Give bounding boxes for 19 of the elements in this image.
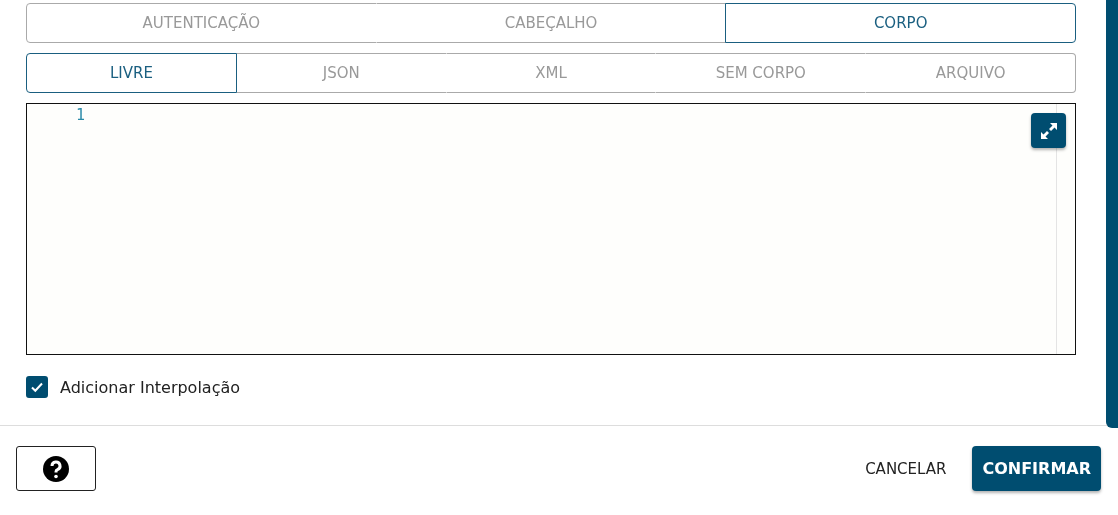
line-number: 1 [75,106,85,124]
code-editor[interactable]: 1 [26,103,1076,355]
cancel-button[interactable]: CANCELAR [859,458,953,479]
tab[interactable]: XML [445,53,657,93]
tab[interactable]: CORPO [725,3,1076,43]
help-button[interactable] [16,446,96,491]
expand-button[interactable] [1031,113,1066,148]
tab[interactable]: AUTENTICAÇÃO [26,3,377,43]
scrollbar[interactable] [1106,0,1118,428]
tab[interactable]: LIVRE [26,53,237,93]
tab[interactable]: SEM CORPO [655,53,867,93]
checkbox[interactable] [26,376,48,398]
tab[interactable]: ARQUIVO [865,53,1076,93]
expand-icon [1039,121,1058,140]
help-icon [43,455,69,482]
tab[interactable]: JSON [235,53,447,93]
checkbox-label: Adicionar Interpolação [60,377,241,397]
tab[interactable]: CABEÇALHO [375,3,727,43]
confirm-button[interactable]: CONFIRMAR [972,446,1101,491]
